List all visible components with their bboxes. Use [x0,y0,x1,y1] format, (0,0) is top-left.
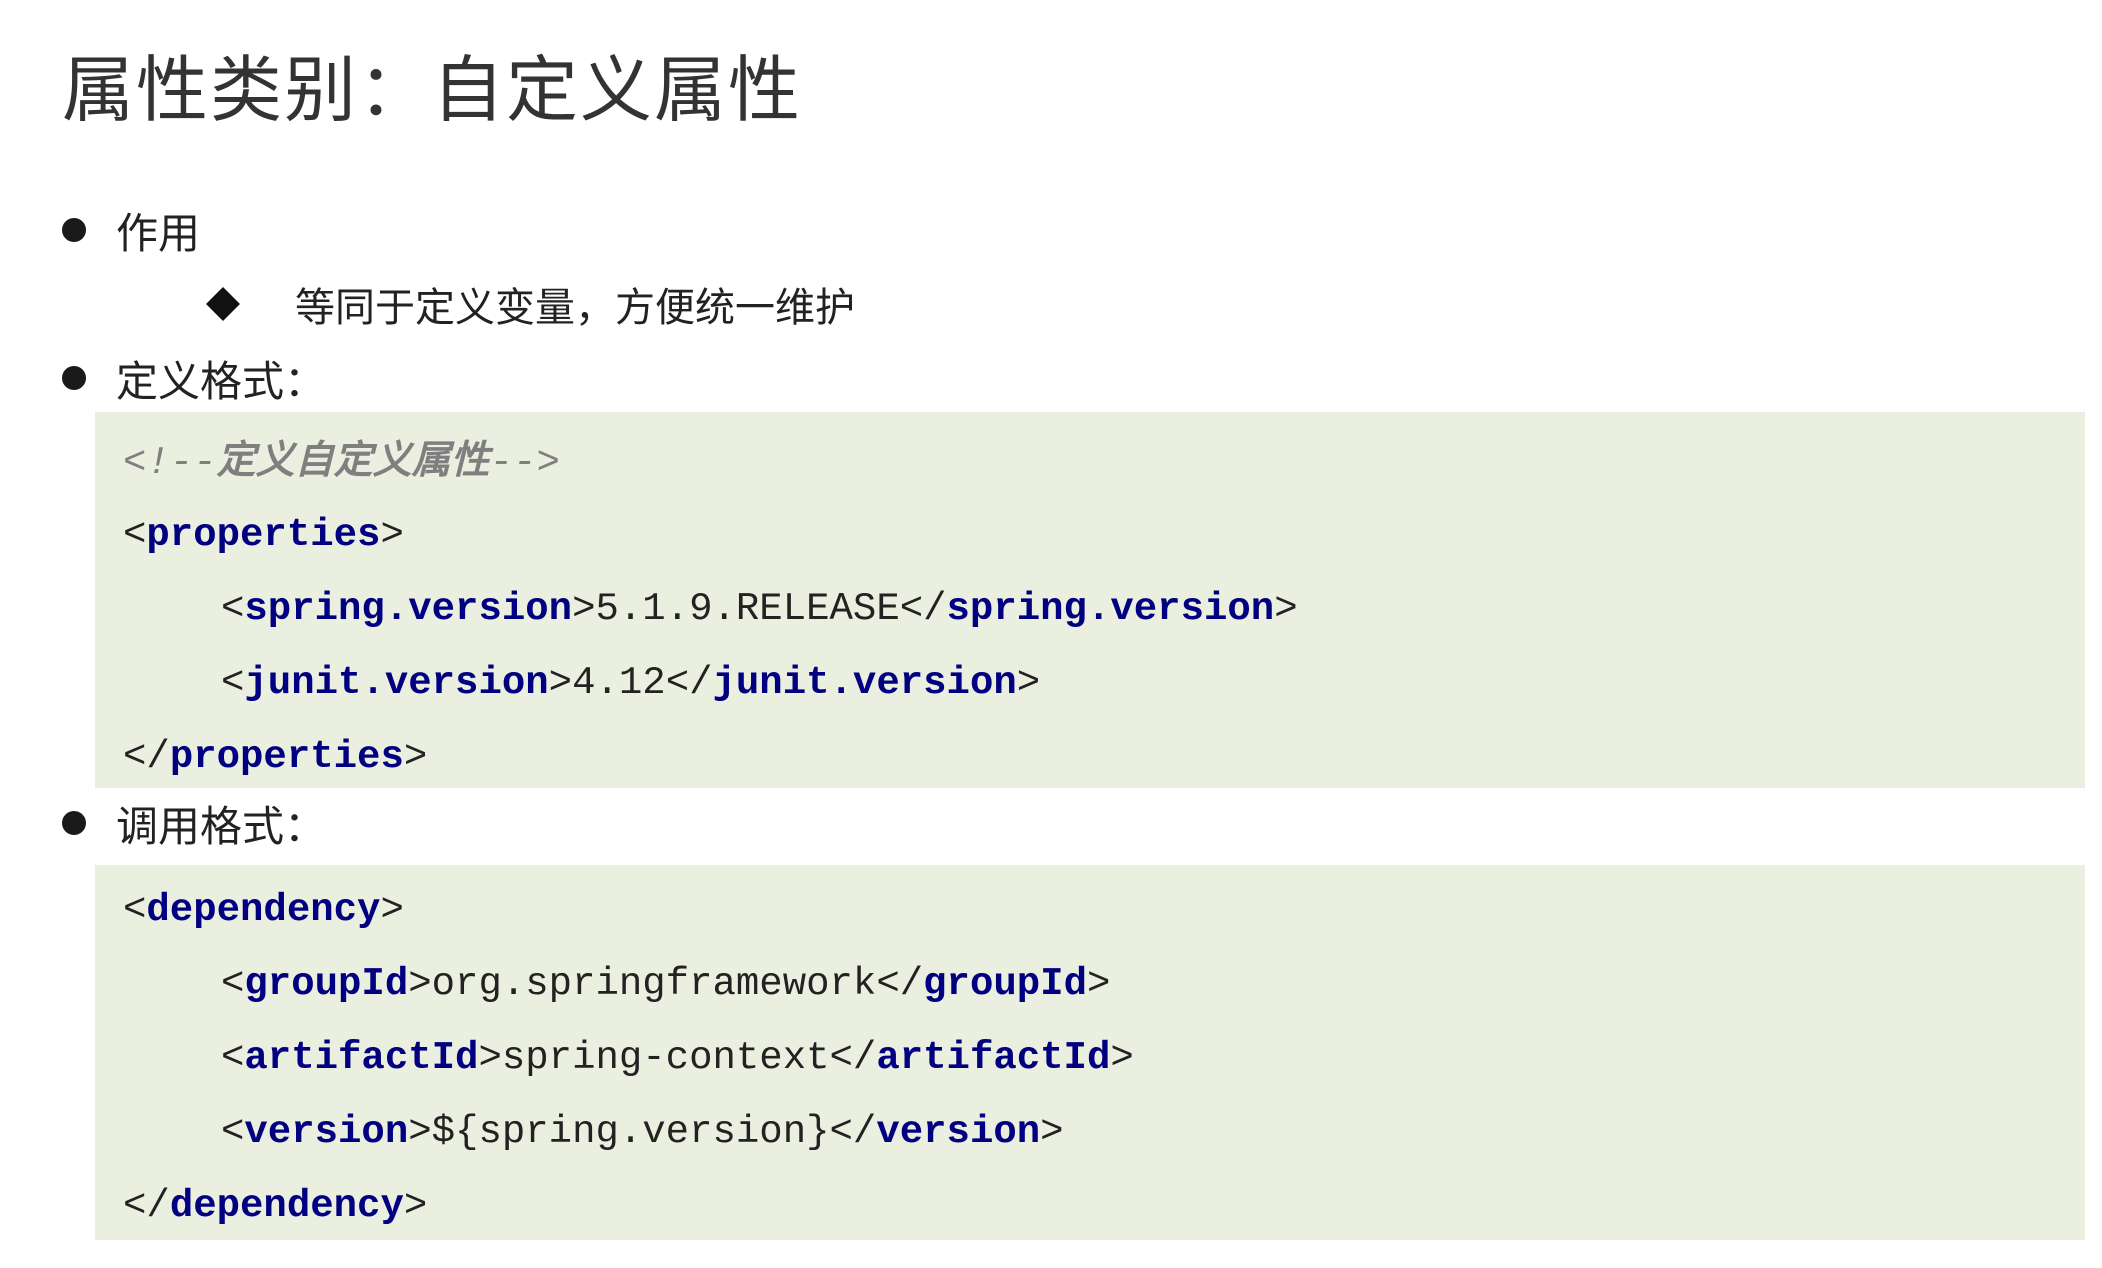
sub-bullet-usage: 等同于定义变量，方便统一维护 [205,274,855,334]
comment-close: --> [489,441,560,485]
bullet-invoke-label: 调用格式： [116,801,327,851]
slide-page: 属性类别：自定义属性 作用 等同于定义变量，方便统一维护 定义格式： <!--定… [0,0,2102,1268]
artifactid-open-tag: artifactId [244,1036,479,1080]
define-code-block: <!--定义自定义属性--> <properties> <spring.vers… [95,412,2085,788]
junit-version-value: 4.12 [572,661,666,705]
code-dependency-open-line: <dependency> [123,888,404,932]
code-artifactid-line: <artifactId>spring-context</artifactId> [221,1036,1134,1080]
properties-open-tag: properties [146,513,381,557]
version-value: ${spring.version} [431,1110,830,1154]
groupid-open-tag: groupId [244,962,409,1006]
bullet-define-label: 定义格式： [116,356,327,406]
spring-version-close-tag: spring.version [946,587,1275,631]
dependency-open-tag: dependency [146,888,381,932]
diamond-bullet-icon [206,287,240,321]
artifactid-close-tag: artifactId [876,1036,1111,1080]
comment-text: 定义自定义属性 [216,438,490,483]
code-version-line: <version>${spring.version}</version> [221,1110,1064,1154]
code-junit-version-line: <junit.version>4.12</junit.version> [221,661,1041,705]
bullet-dot-icon [62,218,86,242]
bullet-dot-icon [62,811,86,835]
artifactid-value: spring-context [501,1036,830,1080]
invoke-code-block: <dependency> <groupId>org.springframewor… [95,865,2085,1240]
code-dependency-close-line: </dependency> [123,1184,428,1228]
junit-version-close-tag: junit.version [712,661,1017,705]
page-title: 属性类别：自定义属性 [62,48,803,132]
code-spring-version-line: <spring.version>5.1.9.RELEASE</spring.ve… [221,587,1298,631]
bullet-define: 定义格式： [62,348,326,408]
version-open-tag: version [244,1110,409,1154]
code-comment-line: <!--定义自定义属性--> [123,424,560,498]
bullet-invoke: 调用格式： [62,793,326,853]
sub-bullet-usage-text: 等同于定义变量，方便统一维护 [295,285,855,331]
comment-open: <!-- [123,441,217,485]
code-properties-open-line: <properties> [123,513,404,557]
version-close-tag: version [876,1110,1041,1154]
groupid-close-tag: groupId [923,962,1087,1006]
bullet-usage: 作用 [62,200,200,260]
spring-version-open-tag: spring.version [244,587,573,631]
bullet-dot-icon [62,366,86,390]
code-groupid-line: <groupId>org.springframework</groupId> [221,962,1111,1006]
groupid-value: org.springframework [431,962,877,1006]
bullet-usage-label: 作用 [116,208,201,258]
properties-close-tag: properties [169,735,404,779]
code-properties-close-line: </properties> [123,735,428,779]
dependency-close-tag: dependency [169,1184,404,1228]
spring-version-value: 5.1.9.RELEASE [595,587,900,631]
junit-version-open-tag: junit.version [244,661,549,705]
